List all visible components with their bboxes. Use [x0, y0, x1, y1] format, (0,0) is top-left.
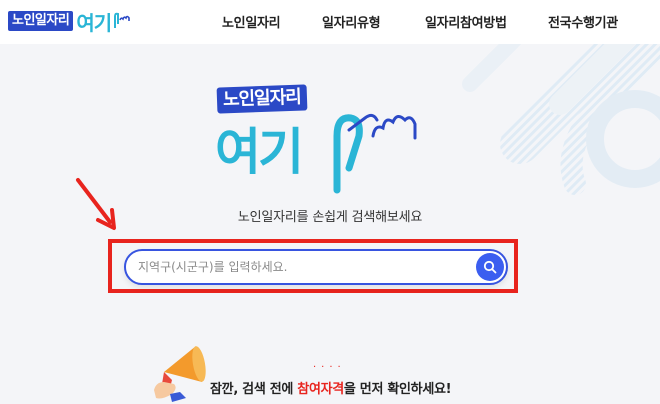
eligibility-notice: 잠깐, 검색 전에 참여자격을 먼저 확인하세요!	[210, 378, 452, 397]
nav-item-how-to-join[interactable]: 일자리참여방법	[425, 12, 507, 31]
emphasis-dots: ····	[313, 362, 346, 373]
site-header: 노인일자리 여기 노인일자리 일자리유형 일자리참여방법 전국수행기관	[0, 0, 660, 44]
megaphone-icon	[154, 346, 206, 402]
main-nav: 노인일자리 일자리유형 일자리참여방법 전국수행기관	[0, 12, 660, 32]
search-bar	[124, 249, 508, 285]
search-input[interactable]	[138, 251, 458, 283]
hand-logo-icon	[333, 113, 417, 194]
hero-logo: 노인일자리 여기	[215, 84, 425, 214]
hero-logo-badge-text: 노인일자리	[216, 84, 308, 114]
hero-logo-big-text: 여기	[215, 123, 304, 181]
nav-item-job-types[interactable]: 일자리유형	[322, 12, 381, 31]
notice-before-text: 잠깐, 검색 전에	[210, 382, 298, 397]
nav-item-agencies[interactable]: 전국수행기관	[548, 12, 618, 31]
search-icon	[483, 260, 497, 274]
pointer-arrow-icon	[76, 178, 116, 230]
notice-after-text: 을 먼저 확인하세요!	[343, 382, 452, 397]
search-button[interactable]	[476, 253, 504, 281]
notice-emphasis-link[interactable]: 참여자격	[297, 382, 344, 397]
nav-item-senior-jobs[interactable]: 노인일자리	[222, 12, 281, 31]
hero-section: 노인일자리 여기 노인일자리를 손쉽게 검색해보세요 ···· 잠깐, 검색 전…	[0, 44, 660, 404]
